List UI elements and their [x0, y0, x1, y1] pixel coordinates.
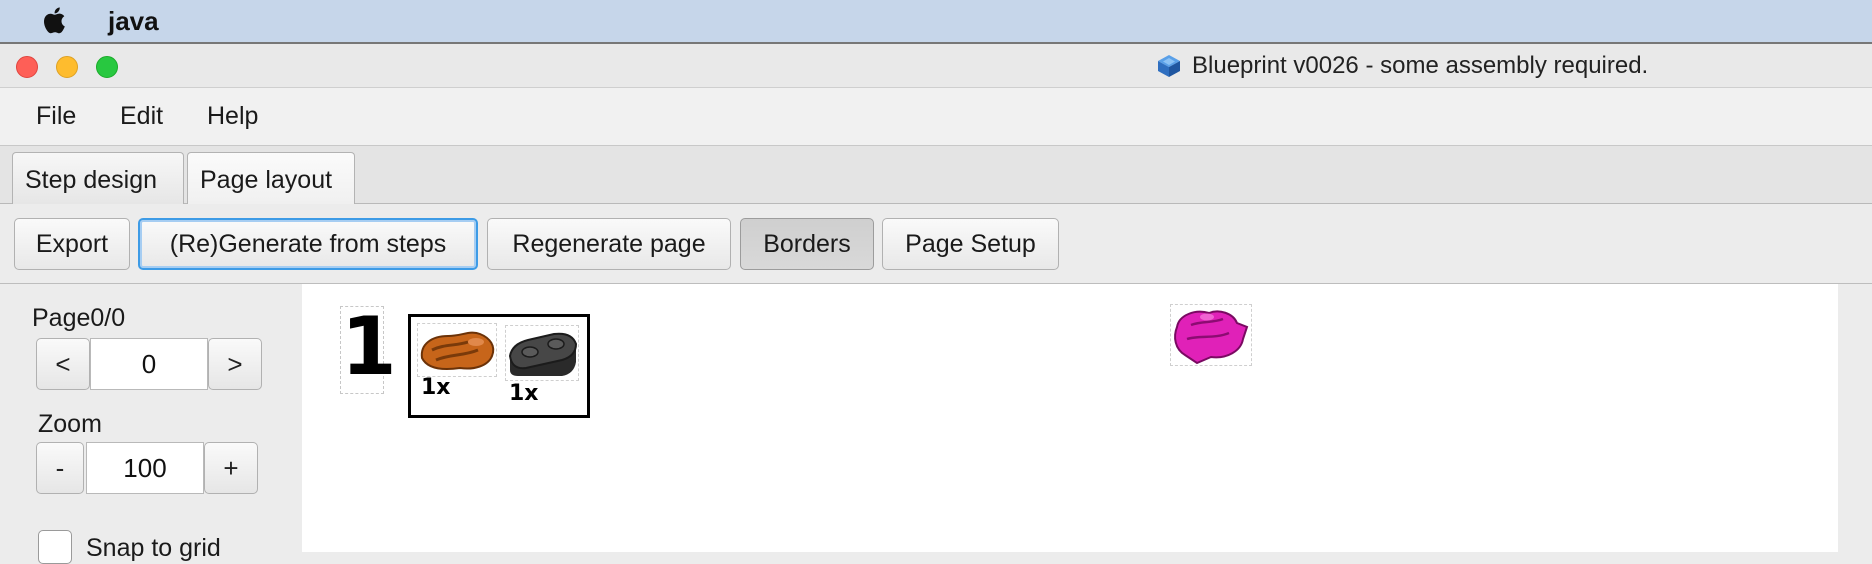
tab-bar: Step design Page layout: [0, 146, 1872, 204]
apple-logo-icon[interactable]: [42, 4, 70, 36]
canvas-right-gutter: [1838, 284, 1872, 552]
parts-list-box[interactable]: 1x 1x: [408, 314, 590, 418]
magenta-part-icon: [1174, 310, 1249, 365]
floating-part[interactable]: [1170, 304, 1252, 366]
orange-curved-part-icon: [420, 331, 495, 370]
window-title-bar: Blueprint v0026 - some assembly required…: [0, 42, 1872, 88]
maximize-window-button[interactable]: [96, 56, 118, 78]
export-button[interactable]: Export: [14, 218, 130, 270]
window-title-text: Blueprint v0026 - some assembly required…: [1192, 52, 1649, 79]
zoom-in-button[interactable]: +: [204, 442, 258, 494]
part-slot[interactable]: [417, 323, 497, 377]
os-menu-bar: java: [0, 0, 1872, 42]
page-number-field[interactable]: 0: [90, 338, 208, 390]
snap-to-grid-checkbox[interactable]: [38, 530, 72, 564]
menu-file[interactable]: File: [36, 102, 76, 131]
window-title: Blueprint v0026 - some assembly required…: [1156, 52, 1648, 80]
close-window-button[interactable]: [16, 56, 38, 78]
tab-page-layout[interactable]: Page layout: [187, 152, 355, 204]
regenerate-page-button[interactable]: Regenerate page: [487, 218, 731, 270]
active-app-name[interactable]: java: [108, 6, 159, 37]
page-indicator-label: Page0/0: [32, 304, 126, 332]
part-slot[interactable]: [505, 325, 579, 381]
generate-from-steps-button[interactable]: (Re)Generate from steps: [138, 218, 478, 270]
blueprint-app-icon: [1158, 55, 1180, 77]
page-setup-button[interactable]: Page Setup: [882, 218, 1059, 270]
app-menu-bar: File Edit Help: [0, 88, 1872, 146]
part-quantity: 1x: [509, 381, 539, 406]
tab-step-design[interactable]: Step design: [12, 152, 184, 204]
previous-page-button[interactable]: <: [36, 338, 90, 390]
menu-edit[interactable]: Edit: [120, 102, 163, 131]
page-controls-panel: Page0/0 < 0 > Zoom - 100 + Snap to grid: [0, 284, 302, 564]
next-page-button[interactable]: >: [208, 338, 262, 390]
snap-to-grid-label[interactable]: Snap to grid: [86, 534, 221, 563]
step-number-label[interactable]: 1: [340, 306, 397, 394]
dark-gray-plate-icon: [508, 332, 578, 376]
part-quantity: 1x: [421, 375, 451, 400]
zoom-out-button[interactable]: -: [36, 442, 84, 494]
minimize-window-button[interactable]: [56, 56, 78, 78]
zoom-label: Zoom: [38, 410, 102, 438]
menu-help[interactable]: Help: [207, 102, 258, 131]
zoom-level-field[interactable]: 100: [86, 442, 204, 494]
borders-toggle-button[interactable]: Borders: [740, 218, 874, 270]
page-layout-toolbar: Export (Re)Generate from steps Regenerat…: [0, 204, 1872, 284]
